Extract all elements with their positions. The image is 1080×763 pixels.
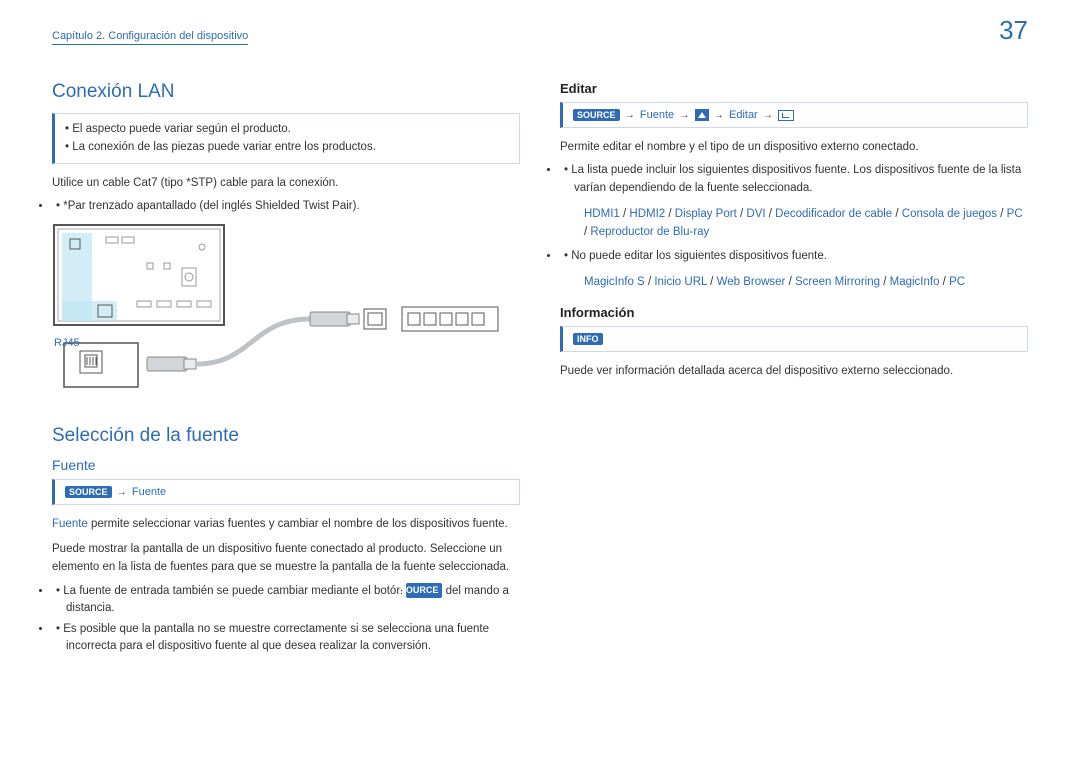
arrow-icon: →	[679, 110, 689, 121]
fuente-paragraph-2: Puede mostrar la pantalla de un disposit…	[52, 540, 520, 577]
path-fuente: Fuente	[640, 109, 674, 121]
device-item: Web Browser	[717, 276, 786, 288]
device-item: HDMI2	[629, 208, 665, 220]
editar-bullet-2: No puede editar los siguientes dispositi…	[560, 248, 1028, 265]
fuente-bullet-2: Es posible que la pantalla no se muestre…	[52, 621, 520, 656]
path-fuente: Fuente	[132, 486, 166, 498]
lan-note-item: El aspecto puede variar según el product…	[65, 120, 509, 138]
lan-note-item: La conexión de las piezas puede variar e…	[65, 138, 509, 156]
right-column: Editar SOURCE → Fuente → → Editar → Perm…	[560, 81, 1028, 664]
device-item: Inicio URL	[654, 276, 707, 288]
fuente-path-box: SOURCE → Fuente	[52, 479, 520, 505]
up-icon	[695, 109, 709, 121]
device-item: MagicInfo S	[584, 276, 645, 288]
editar-path-box: SOURCE → Fuente → → Editar →	[560, 102, 1028, 128]
device-item: PC	[949, 276, 965, 288]
arrow-icon: →	[625, 110, 635, 121]
device-list-1: HDMI1 / HDMI2 / Display Port / DVI / Dec…	[560, 205, 1028, 242]
enter-icon	[778, 110, 794, 121]
device-item: Screen Mirroring	[795, 276, 880, 288]
fuente-keyword: Fuente	[52, 518, 88, 530]
left-column: Conexión LAN El aspecto puede variar seg…	[52, 81, 520, 664]
fuente-li1-text-a: La fuente de entrada también se puede ca…	[63, 585, 406, 597]
device-item: Decodificador de cable	[775, 208, 892, 220]
device-item: MagicInfo	[890, 276, 940, 288]
editar-bullet-1: La lista puede incluir los siguientes di…	[560, 162, 1028, 197]
rj45-label: RJ45	[54, 337, 520, 349]
source-tag: SOURCE	[573, 109, 620, 121]
editar-paragraph: Permite editar el nombre y el tipo de un…	[560, 138, 1028, 156]
heading-lan: Conexión LAN	[52, 81, 520, 103]
lan-instruction: Utilice un cable Cat7 (tipo *STP) cable …	[52, 174, 520, 192]
device-item: Reproductor de Blu-ray	[590, 226, 709, 238]
fuente-bullet-1: La fuente de entrada también se puede ca…	[52, 583, 520, 618]
device-list-2: MagicInfo S / Inicio URL / Web Browser /…	[560, 273, 1028, 291]
arrow-icon: →	[117, 487, 127, 498]
subheading-fuente: Fuente	[52, 457, 520, 473]
device-item: Consola de juegos	[902, 208, 997, 220]
page-number: 37	[999, 15, 1028, 46]
info-path-box: INFO	[560, 326, 1028, 352]
device-item: Display Port	[675, 208, 737, 220]
arrow-icon: →	[763, 110, 773, 121]
device-item: HDMI1	[584, 208, 620, 220]
lan-footnote: *Par trenzado apantallado (del inglés Sh…	[52, 198, 520, 215]
path-editar: Editar	[729, 109, 758, 121]
page-header: Capítulo 2. Configuración del dispositiv…	[52, 30, 1028, 45]
lan-diagram: RJ45	[52, 223, 520, 407]
heading-source-selection: Selección de la fuente	[52, 425, 520, 447]
content-columns: Conexión LAN El aspecto puede variar seg…	[52, 81, 1028, 664]
arrow-icon: →	[714, 110, 724, 121]
fuente-paragraph-1: Fuente permite seleccionar varias fuente…	[52, 515, 520, 533]
heading-editar: Editar	[560, 81, 1028, 96]
heading-informacion: Información	[560, 305, 1028, 320]
device-item: PC	[1007, 208, 1023, 220]
source-tag-inline: SOURCE	[406, 583, 443, 599]
device-item: DVI	[746, 208, 765, 220]
info-paragraph: Puede ver información detallada acerca d…	[560, 362, 1028, 380]
fuente-p1-text: permite seleccionar varias fuentes y cam…	[88, 518, 508, 530]
info-tag: INFO	[573, 333, 603, 345]
source-tag: SOURCE	[65, 486, 112, 498]
lan-note-box: El aspecto puede variar según el product…	[52, 113, 520, 164]
chapter-title: Capítulo 2. Configuración del dispositiv…	[52, 30, 248, 45]
